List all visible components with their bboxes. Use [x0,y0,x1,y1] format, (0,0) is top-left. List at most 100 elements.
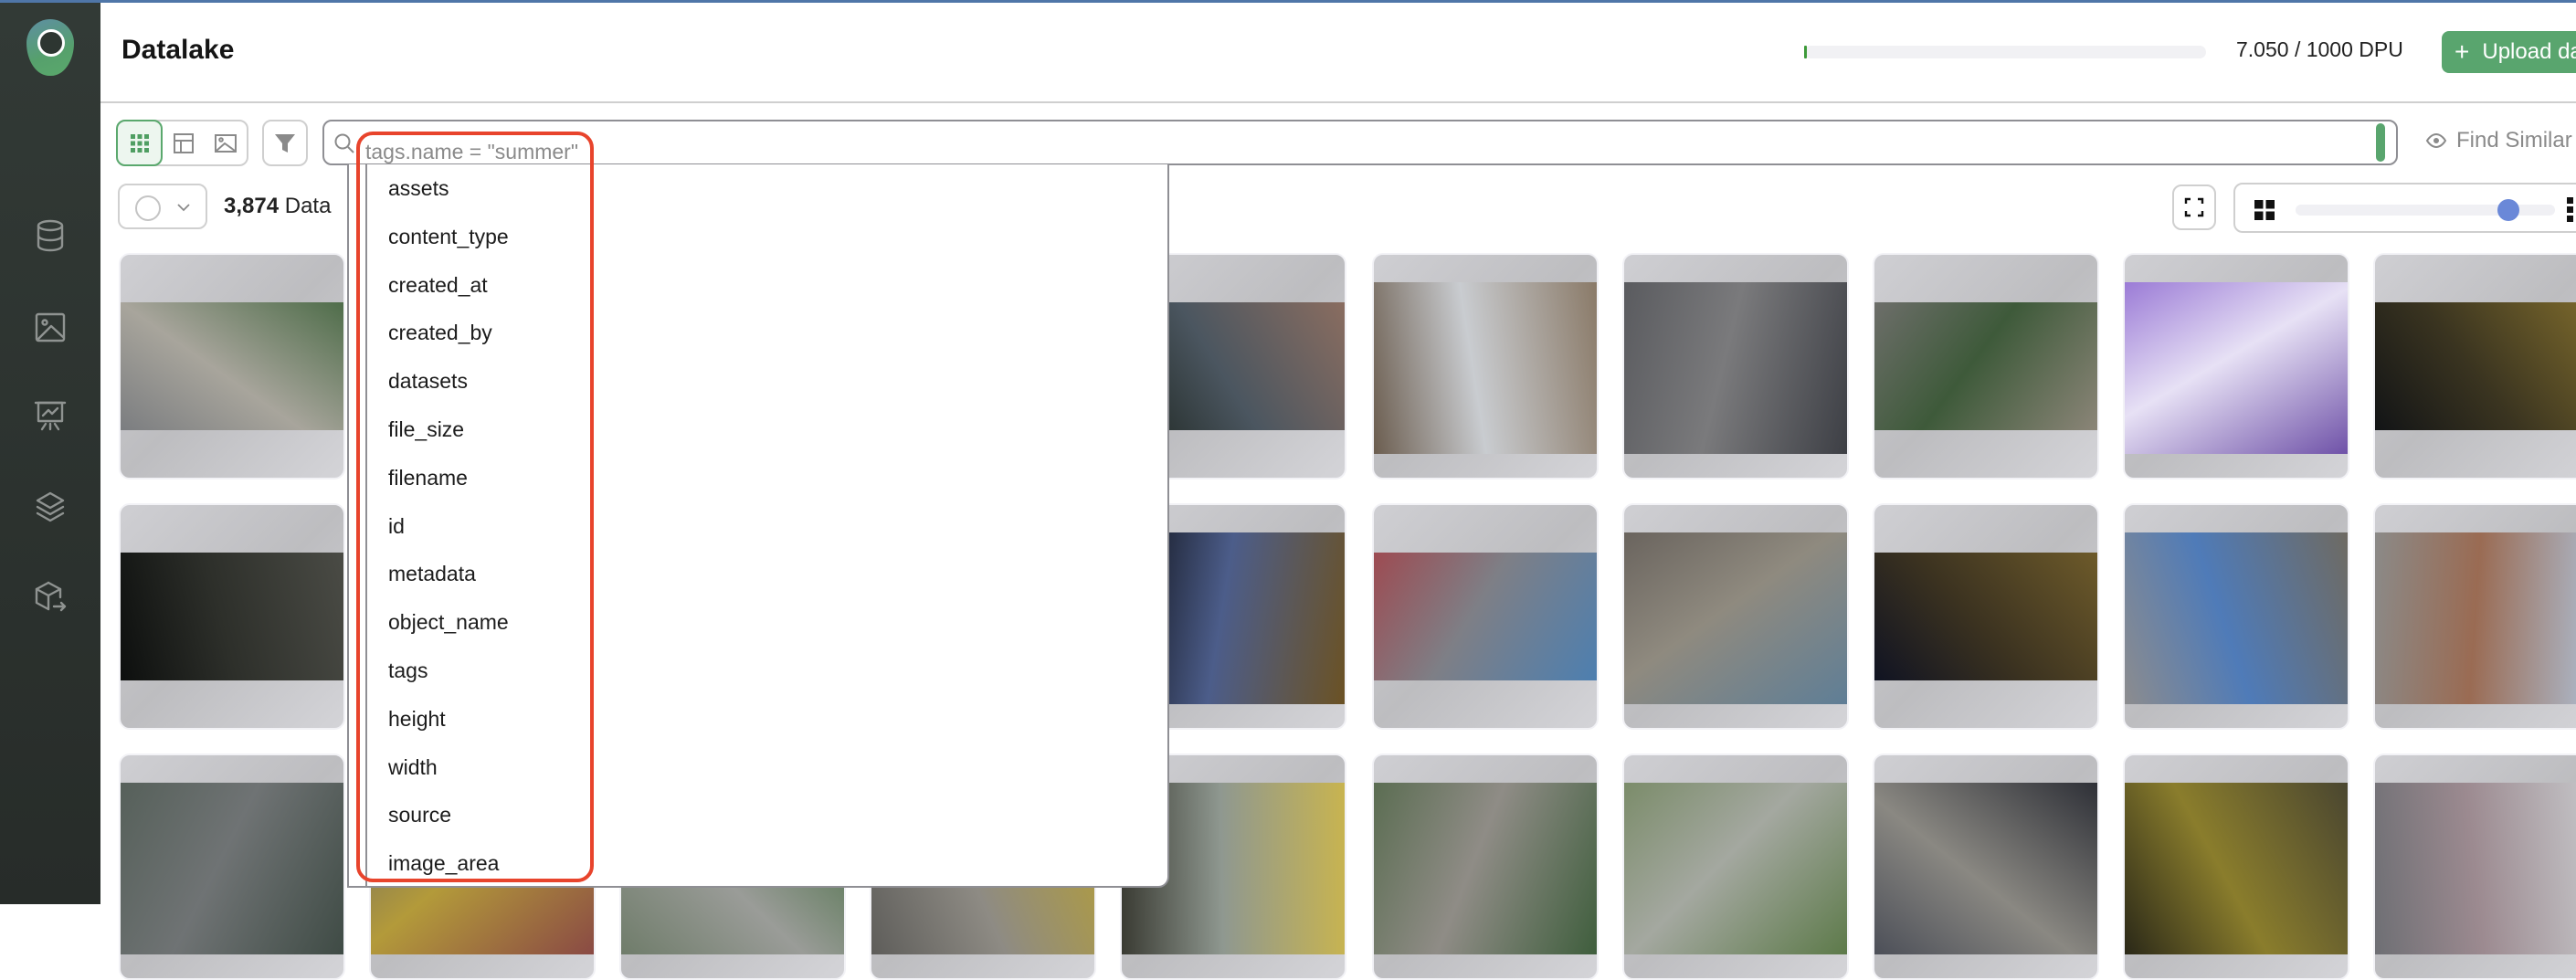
autocomplete-option[interactable]: source [388,803,451,827]
select-all-checkbox[interactable] [135,195,161,221]
chevron-down-icon [177,204,190,212]
autocomplete-option[interactable]: filename [388,466,468,490]
image-card[interactable] [1622,503,1849,730]
table-icon [173,132,194,153]
sidebar [0,0,100,904]
autocomplete-divider [365,164,367,886]
autocomplete-option[interactable]: metadata [388,562,476,586]
autocomplete-option[interactable]: datasets [388,369,468,394]
autocomplete-option[interactable]: created_at [388,273,488,298]
sidebar-item-dashboard[interactable] [32,398,69,435]
app-logo[interactable] [26,19,74,76]
image-card[interactable] [2373,253,2576,479]
image-thumbnail [1624,532,1847,704]
autocomplete-option[interactable]: height [388,707,446,732]
image-card[interactable] [2123,253,2349,479]
fullscreen-button[interactable] [2172,184,2216,230]
database-icon [37,219,64,252]
dpu-usage-text: 7.050 / 1000 DPU [2236,37,2403,61]
image-card[interactable] [1873,753,2099,980]
image-card[interactable] [119,753,345,980]
autocomplete-option[interactable]: tags [388,659,428,683]
grid-dots-icon [130,133,149,153]
find-similar-label: Find Similar [2456,128,2572,153]
image-thumbnail [2125,282,2348,454]
view-mode-toggle [116,120,248,166]
search-placeholder: tags.name = "summer" [365,140,578,163]
upload-data-button[interactable]: + Upload data [2442,31,2576,73]
autocomplete-option[interactable]: assets [388,176,449,201]
dpu-usage-fill [1804,46,1808,58]
image-thumbnail [2125,532,2348,704]
image-card[interactable] [1372,253,1599,479]
image-thumbnail [2375,532,2576,704]
sidebar-item-export[interactable] [32,579,69,616]
grid-view-button[interactable] [116,120,163,166]
data-count-label: Data [284,194,332,218]
autocomplete-option[interactable]: created_by [388,321,492,345]
data-count: 3,874 Data [224,194,331,219]
autocomplete-option[interactable]: width [388,755,438,780]
window-top-border [0,0,2576,3]
large-thumbnails-icon[interactable] [2254,200,2275,220]
thumbnail-size-control [2233,183,2576,233]
image-thumbnail [121,302,343,430]
image-card[interactable] [1873,503,2099,730]
search-input[interactable] [322,120,2398,165]
header-divider [100,101,2576,103]
select-all-dropdown[interactable] [118,184,207,229]
image-card[interactable] [1622,753,1849,980]
image-thumbnail [1374,783,1597,954]
autocomplete-option[interactable]: object_name [388,610,509,635]
autocomplete-option[interactable]: file_size [388,417,464,442]
page-title: Datalake [121,35,235,65]
fullscreen-icon [2184,197,2204,217]
image-thumbnail [1874,783,2097,954]
plus-icon: + [2455,37,2470,66]
image-card[interactable] [2373,753,2576,980]
sidebar-item-datalake[interactable] [32,217,69,254]
funnel-icon [275,133,295,153]
thumbnail-size-slider[interactable] [2296,199,2555,221]
image-thumbnail [1374,553,1597,680]
filter-button[interactable] [262,120,308,166]
image-thumbnail [2375,783,2576,954]
image-card[interactable] [119,253,345,479]
image-thumbnail [1374,282,1597,454]
image-thumbnail [121,553,343,680]
box-export-icon [35,581,67,612]
image-card[interactable] [1372,753,1599,980]
dpu-usage-bar [1804,46,2206,58]
image-icon [35,312,66,342]
image-card[interactable] [2373,503,2576,730]
data-count-number: 3,874 [224,194,280,218]
layers-icon [36,491,65,522]
image-thumbnail [1874,302,2097,430]
small-thumbnails-icon[interactable] [2567,197,2576,223]
image-card[interactable] [1622,253,1849,479]
image-card[interactable] [2123,503,2349,730]
image-card[interactable] [2123,753,2349,980]
sidebar-item-images[interactable] [32,309,69,345]
image-thumbnail [1624,282,1847,454]
upload-data-label: Upload data [2482,39,2576,64]
image-thumbnail [2125,783,2348,954]
image-icon [214,133,237,153]
eye-icon [2425,132,2447,149]
image-thumbnail [1624,783,1847,954]
presentation-chart-icon [34,401,67,431]
autocomplete-option[interactable]: content_type [388,225,509,249]
image-card[interactable] [119,503,345,730]
slider-thumb[interactable] [2497,199,2519,221]
find-similar-button[interactable]: Find Similar [2425,128,2572,153]
autocomplete-option[interactable]: id [388,514,405,539]
table-view-button[interactable] [160,120,206,166]
image-card[interactable] [1873,253,2099,479]
image-view-button[interactable] [202,120,248,166]
autocomplete-option[interactable]: image_area [388,851,499,876]
sidebar-item-layers[interactable] [32,489,69,525]
image-thumbnail [2375,302,2576,430]
image-thumbnail [1874,553,2097,680]
search-icon [334,133,354,153]
image-card[interactable] [1372,503,1599,730]
